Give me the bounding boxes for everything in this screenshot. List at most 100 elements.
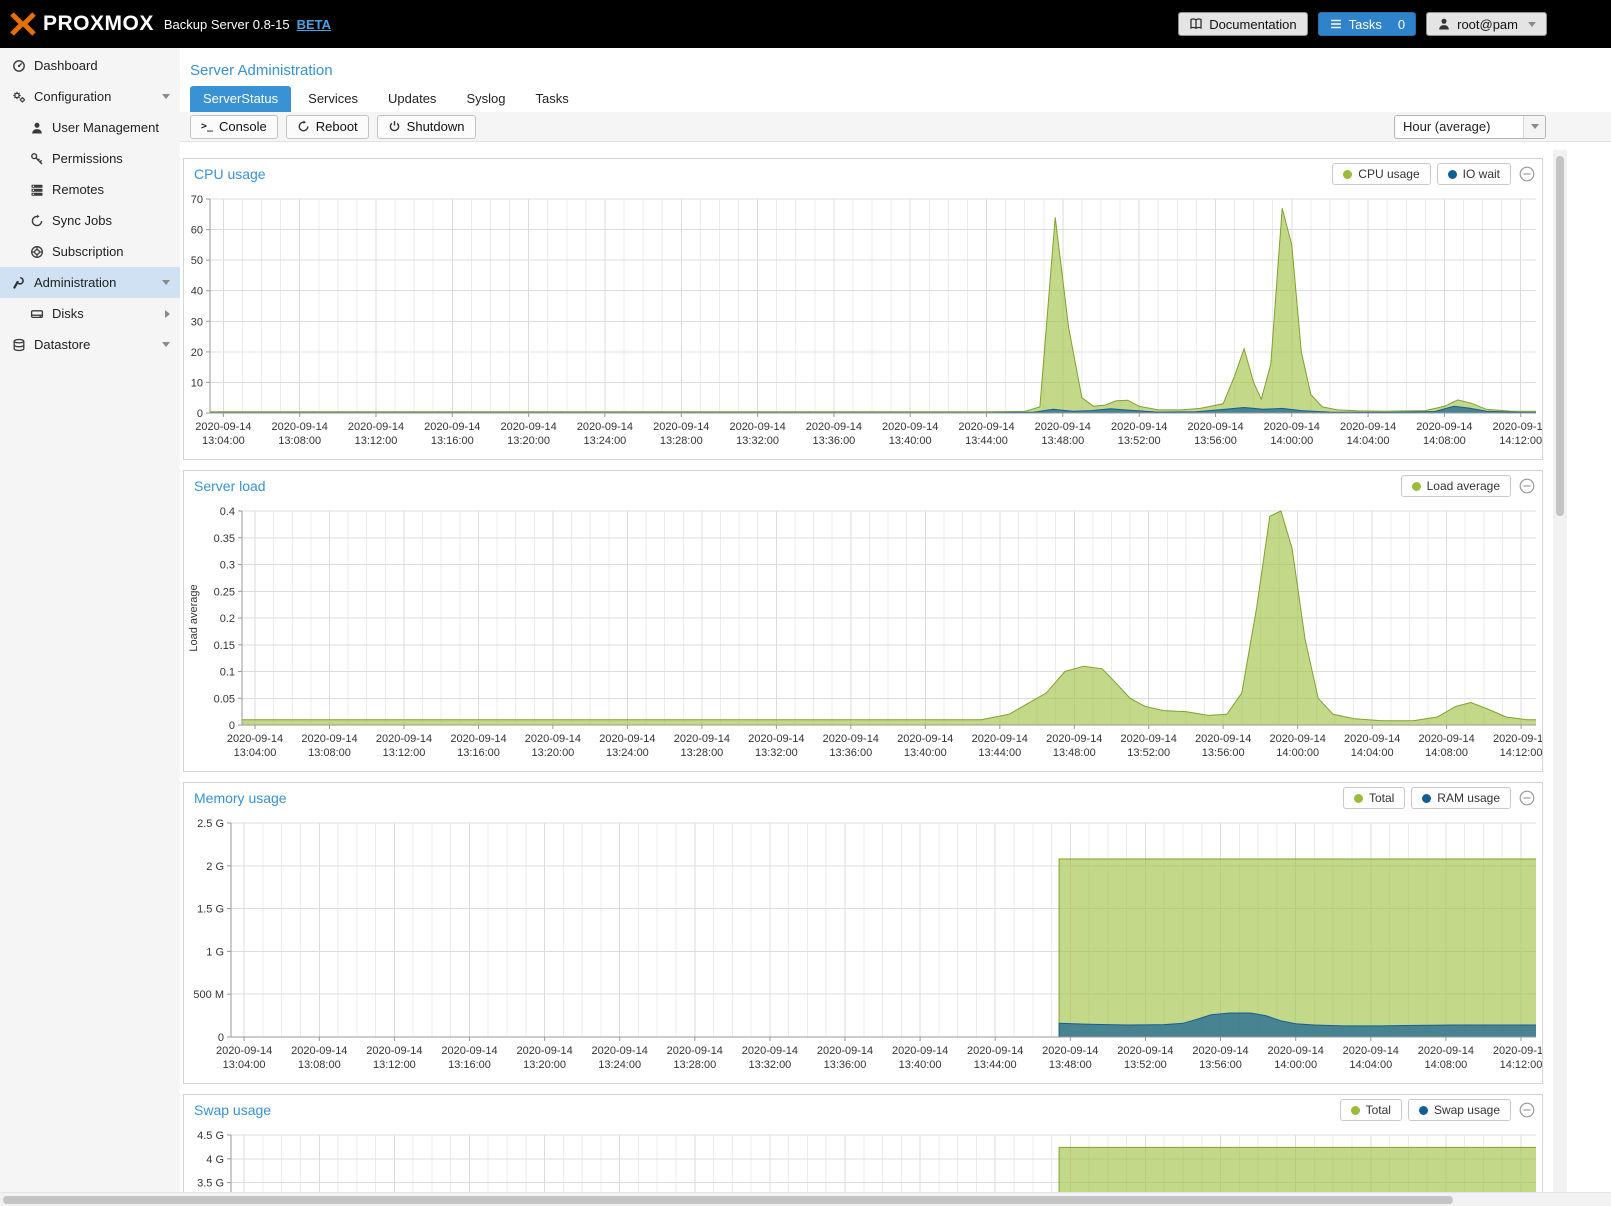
- sidebar-item-administration[interactable]: Administration: [0, 267, 180, 298]
- top-bar: PROXMOX Backup Server 0.8-15 BETA Docume…: [0, 0, 1611, 48]
- sidebar-item-remotes[interactable]: Remotes: [0, 174, 180, 205]
- svg-text:2020-09-14: 2020-09-14: [1117, 1045, 1173, 1057]
- svg-text:60: 60: [191, 225, 203, 237]
- sidebar: Dashboard Configuration User Management …: [0, 48, 180, 1192]
- sidebar-item-sync-jobs[interactable]: Sync Jobs: [0, 205, 180, 236]
- vertical-scrollbar-thumb[interactable]: [1556, 156, 1564, 516]
- svg-text:0.25: 0.25: [214, 586, 235, 598]
- reboot-button[interactable]: Reboot: [286, 115, 369, 139]
- sidebar-label: Sync Jobs: [52, 213, 112, 228]
- svg-text:2020-09-14: 2020-09-14: [882, 421, 938, 433]
- collapse-panel-icon[interactable]: [1519, 166, 1535, 182]
- sidebar-item-user-management[interactable]: User Management: [0, 112, 180, 143]
- panel-header: Server load Load average: [184, 471, 1542, 501]
- svg-text:13:56:00: 13:56:00: [1199, 1059, 1242, 1071]
- svg-text:2.5 G: 2.5 G: [197, 818, 224, 830]
- legend-item[interactable]: RAM usage: [1411, 787, 1511, 809]
- svg-text:13:28:00: 13:28:00: [673, 1059, 716, 1071]
- svg-text:2020-09-14: 2020-09-14: [450, 733, 506, 745]
- shutdown-button[interactable]: Shutdown: [377, 115, 476, 139]
- legend-label: Total: [1366, 1103, 1391, 1117]
- svg-text:13:52:00: 13:52:00: [1118, 435, 1161, 447]
- svg-text:13:24:00: 13:24:00: [583, 435, 626, 447]
- svg-text:2020-09-14: 2020-09-14: [1493, 1045, 1542, 1057]
- legend-item[interactable]: CPU usage: [1332, 163, 1430, 185]
- tasks-button[interactable]: Tasks 0: [1318, 12, 1416, 36]
- svg-text:13:12:00: 13:12:00: [383, 747, 426, 759]
- console-button[interactable]: >_ Console: [190, 115, 278, 139]
- vertical-scrollbar[interactable]: [1553, 150, 1567, 1192]
- svg-text:13:28:00: 13:28:00: [660, 435, 703, 447]
- sidebar-label: Configuration: [34, 89, 111, 104]
- svg-text:13:16:00: 13:16:00: [431, 435, 474, 447]
- svg-text:13:12:00: 13:12:00: [355, 435, 398, 447]
- svg-text:50: 50: [191, 255, 203, 267]
- sidebar-item-datastore[interactable]: Datastore: [0, 329, 180, 360]
- proxmox-x-icon: [10, 12, 36, 36]
- svg-text:13:16:00: 13:16:00: [448, 1059, 491, 1071]
- legend-item[interactable]: Swap usage: [1408, 1099, 1511, 1121]
- svg-text:30: 30: [191, 316, 203, 328]
- svg-text:0: 0: [229, 720, 235, 732]
- collapse-panel-icon[interactable]: [1519, 790, 1535, 806]
- svg-text:2020-09-14: 2020-09-14: [441, 1045, 497, 1057]
- expand-arrow-icon[interactable]: [162, 280, 170, 285]
- svg-text:2020-09-14: 2020-09-14: [599, 733, 655, 745]
- collapse-arrow-icon[interactable]: [165, 310, 170, 318]
- tab-updates[interactable]: Updates: [375, 86, 449, 112]
- support-ring-icon: [30, 245, 44, 259]
- book-icon: [1189, 17, 1203, 31]
- svg-text:13:12:00: 13:12:00: [373, 1059, 416, 1071]
- chart-legend: Total Swap usage: [1340, 1099, 1511, 1121]
- collapse-panel-icon[interactable]: [1519, 478, 1535, 494]
- tab-tasks[interactable]: Tasks: [522, 86, 581, 112]
- documentation-button[interactable]: Documentation: [1178, 12, 1307, 36]
- sidebar-item-disks[interactable]: Disks: [0, 298, 180, 329]
- collapse-panel-icon[interactable]: [1519, 1102, 1535, 1118]
- svg-text:13:56:00: 13:56:00: [1202, 747, 1245, 759]
- reboot-label: Reboot: [316, 119, 358, 134]
- svg-text:10: 10: [191, 377, 203, 389]
- panel-title: Server load: [194, 478, 266, 494]
- timeframe-select[interactable]: Hour (average): [1394, 115, 1546, 139]
- svg-text:14:04:00: 14:04:00: [1351, 747, 1394, 759]
- chevron-down-icon: [1528, 22, 1536, 27]
- sidebar-label: Remotes: [52, 182, 104, 197]
- svg-text:2020-09-14: 2020-09-14: [667, 1045, 723, 1057]
- expand-arrow-icon[interactable]: [162, 342, 170, 347]
- sidebar-item-dashboard[interactable]: Dashboard: [0, 50, 180, 81]
- tab-syslog[interactable]: Syslog: [453, 86, 518, 112]
- horizontal-scrollbar-thumb[interactable]: [3, 1196, 1453, 1204]
- sidebar-item-subscription[interactable]: Subscription: [0, 236, 180, 267]
- user-menu-button[interactable]: root@pam: [1426, 12, 1547, 36]
- legend-item[interactable]: Total: [1343, 787, 1405, 809]
- sidebar-item-permissions[interactable]: Permissions: [0, 143, 180, 174]
- tab-serverstatus[interactable]: ServerStatus: [190, 86, 291, 112]
- svg-text:2020-09-14: 2020-09-14: [823, 733, 879, 745]
- svg-text:13:20:00: 13:20:00: [523, 1059, 566, 1071]
- server-stack-icon: [30, 183, 44, 197]
- sidebar-item-configuration[interactable]: Configuration: [0, 81, 180, 112]
- svg-text:2020-09-14: 2020-09-14: [967, 1045, 1023, 1057]
- tab-services[interactable]: Services: [295, 86, 371, 112]
- panel-title: Swap usage: [194, 1102, 271, 1118]
- svg-text:13:20:00: 13:20:00: [531, 747, 574, 759]
- svg-text:0.4: 0.4: [220, 506, 235, 518]
- svg-text:2020-09-14: 2020-09-14: [592, 1045, 648, 1057]
- svg-text:2020-09-14: 2020-09-14: [1111, 421, 1167, 433]
- svg-text:0.05: 0.05: [214, 693, 235, 705]
- legend-item[interactable]: Total: [1340, 1099, 1402, 1121]
- sidebar-label: User Management: [52, 120, 159, 135]
- horizontal-scrollbar[interactable]: [0, 1192, 1611, 1206]
- beta-link[interactable]: BETA: [297, 17, 331, 32]
- combo-trigger[interactable]: [1523, 116, 1545, 138]
- svg-text:2020-09-14: 2020-09-14: [1042, 1045, 1098, 1057]
- wrench-icon: [12, 276, 26, 290]
- expand-arrow-icon[interactable]: [162, 94, 170, 99]
- svg-text:13:32:00: 13:32:00: [736, 435, 779, 447]
- svg-text:0.2: 0.2: [220, 613, 235, 625]
- svg-text:2020-09-14: 2020-09-14: [1270, 733, 1326, 745]
- legend-item[interactable]: Load average: [1401, 475, 1511, 497]
- legend-item[interactable]: IO wait: [1437, 163, 1511, 185]
- memory-usage-panel: Memory usage TotalRAM usage 0500 M1 G1.5…: [183, 782, 1543, 1084]
